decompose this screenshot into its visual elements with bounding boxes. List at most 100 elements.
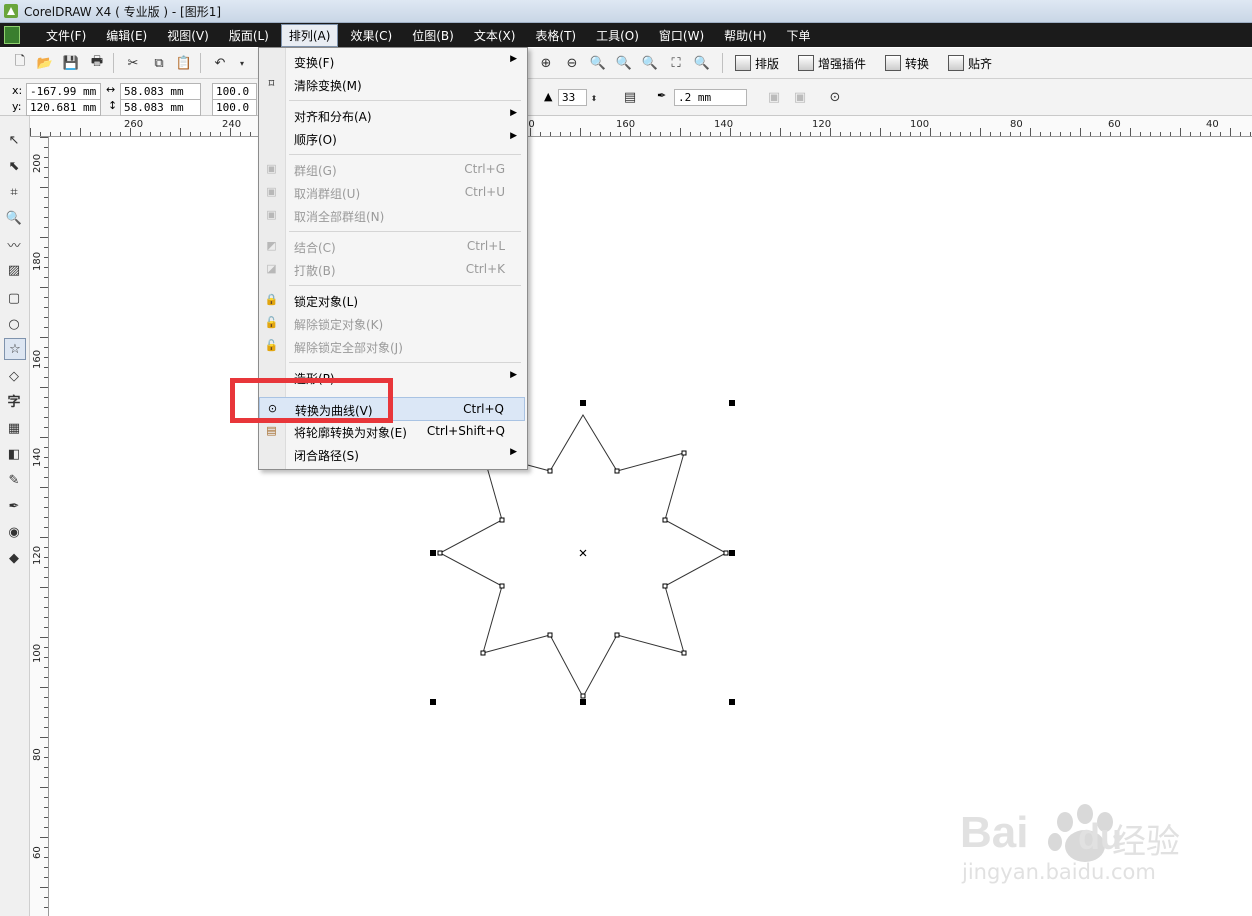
menu-tools[interactable]: 工具(O)	[588, 24, 647, 47]
menu-item-group[interactable]: ▣ 群组(G) Ctrl+G	[259, 158, 525, 180]
zoom-all-icon[interactable]: 🔍	[614, 53, 634, 73]
outline-to-object-icon: ▤	[266, 424, 277, 437]
crop-tool-icon[interactable]: ⌗	[4, 182, 24, 202]
ruler-h-label: 140	[714, 119, 734, 130]
eyedropper-tool-icon[interactable]: ✎	[4, 470, 24, 490]
watermark-cn: 经验	[1112, 822, 1180, 862]
menu-text[interactable]: 文本(X)	[466, 24, 524, 47]
menu-arrange[interactable]: 排列(A)	[280, 23, 339, 47]
undo-dropdown-icon[interactable]: ▾	[232, 53, 252, 73]
zoom-selected-icon[interactable]: 🔍	[588, 53, 608, 73]
menu-item-ungroup[interactable]: ▣ 取消群组(U) Ctrl+U	[259, 181, 525, 203]
x-position-field[interactable]: -167.99 mm	[26, 83, 101, 100]
table-tool-icon[interactable]: ▦	[4, 418, 24, 438]
convert-to-curves-toolbar-icon[interactable]: ⊙	[825, 87, 845, 107]
outline-width-select[interactable]: .2 mm	[674, 89, 747, 106]
star-tool-icon[interactable]: ☆	[4, 338, 26, 360]
open-icon[interactable]: 📂	[35, 53, 55, 73]
width-field[interactable]: 58.083 mm	[120, 83, 201, 100]
zoom-tool-icon[interactable]: 🔍	[4, 208, 24, 228]
menu-item-unlock-all[interactable]: 🔓 解除锁定全部对象(J)	[259, 335, 525, 357]
zoom-out-icon[interactable]: ⊖	[562, 53, 582, 73]
cut-icon[interactable]: ✂	[123, 53, 143, 73]
blend-tool-icon[interactable]: ◧	[4, 444, 24, 464]
convert-button[interactable]: 转换	[885, 52, 929, 74]
menu-window[interactable]: 窗口(W)	[651, 24, 712, 47]
menu-table[interactable]: 表格(T)	[527, 24, 584, 47]
outline-tool-icon[interactable]: ✒	[4, 496, 24, 516]
ruler-v-label: 120	[32, 545, 43, 565]
copy-icon[interactable]: ⧉	[149, 53, 169, 73]
smart-fill-tool-icon[interactable]: ▨	[4, 260, 24, 280]
wrap-paragraph-icon[interactable]: ▤	[620, 87, 640, 107]
menu-item-unlock-object[interactable]: 🔓 解除锁定对象(K)	[259, 312, 525, 334]
menu-layout[interactable]: 版面(L)	[221, 24, 277, 47]
ruler-v-label: 60	[32, 846, 43, 859]
fill-tool-icon[interactable]: ◉	[4, 522, 24, 542]
menu-view[interactable]: 视图(V)	[159, 24, 217, 47]
menu-item-lock-object[interactable]: 🔒 锁定对象(L)	[259, 289, 525, 311]
menu-item-break-apart[interactable]: ◪ 打散(B) Ctrl+K	[259, 258, 525, 280]
menu-order[interactable]: 下单	[779, 24, 819, 47]
interactive-fill-tool-icon[interactable]: ◆	[4, 548, 24, 568]
shape-tool-icon[interactable]: ⬉	[4, 156, 24, 176]
paste-icon[interactable]: 📋	[174, 53, 194, 73]
document-icon[interactable]	[4, 26, 20, 44]
menu-edit[interactable]: 编辑(E)	[98, 24, 155, 47]
ruler-h-label: 80	[1010, 119, 1023, 130]
ruler-v-label: 180	[32, 251, 43, 271]
undo-icon[interactable]: ↶	[210, 53, 230, 73]
menu-help[interactable]: 帮助(H)	[716, 24, 774, 47]
text-tool-icon[interactable]: 字	[4, 390, 24, 410]
zoom-width-icon[interactable]: ⛶	[666, 53, 686, 73]
menu-bitmaps[interactable]: 位图(B)	[404, 24, 462, 47]
enhance-plugin-button[interactable]: 增强插件	[798, 52, 866, 74]
horizontal-ruler[interactable]: 260 240 80 160 140 120 100 80 60 40	[30, 116, 1252, 137]
freehand-tool-icon[interactable]: 〰	[4, 234, 24, 254]
to-front-icon[interactable]: ▣	[764, 87, 784, 107]
y-label: y:	[12, 100, 22, 113]
ruler-h-label: 240	[222, 119, 242, 130]
height-field[interactable]: 58.083 mm	[120, 99, 201, 116]
standard-toolbar: 🗋 📂 💾 🖶 ✂ ⧉ 📋 ↶ ▾ ⊕ ⊖ 🔍 🔍 🔍 ⛶ 🔍 排版 增强插件 …	[0, 48, 1252, 79]
menu-item-clear-transform[interactable]: ⌑ 清除变换(M)	[259, 73, 525, 95]
star-sharpness-field[interactable]: 33	[558, 89, 587, 106]
pick-tool-icon[interactable]: ↖	[4, 130, 24, 150]
save-icon[interactable]: 💾	[61, 53, 81, 73]
tutorial-highlight-box	[230, 378, 393, 423]
new-document-icon[interactable]: 🗋	[10, 53, 30, 73]
submenu-arrow-icon: ▶	[510, 108, 517, 118]
scale-y-field[interactable]: 100.0	[212, 99, 257, 116]
menu-item-transform[interactable]: 变换(F) ▶	[259, 50, 525, 72]
height-icon: ↕	[108, 99, 118, 112]
snap-button[interactable]: 贴齐	[948, 52, 992, 74]
print-icon[interactable]: 🖶	[87, 53, 107, 73]
sharpness-spinner-icon[interactable]: ⬍	[584, 88, 604, 108]
zoom-page-icon[interactable]: 🔍	[640, 53, 660, 73]
ellipse-tool-icon[interactable]: ○	[4, 314, 24, 334]
menu-effects[interactable]: 效果(C)	[342, 24, 400, 47]
unlock-icon: 🔓	[264, 316, 279, 329]
menu-item-close-path[interactable]: 闭合路径(S) ▶	[259, 443, 525, 465]
basic-shapes-tool-icon[interactable]: ◇	[4, 366, 24, 386]
node-handles	[437, 450, 729, 699]
ruler-v-label: 200	[32, 153, 43, 173]
menu-item-ungroup-all[interactable]: ▣ 取消全部群组(N)	[259, 204, 525, 226]
menu-item-combine[interactable]: ◩ 结合(C) Ctrl+L	[259, 235, 525, 257]
menu-item-order[interactable]: 顺序(O) ▶	[259, 127, 525, 149]
y-position-field[interactable]: 120.681 mm	[26, 99, 101, 116]
group-icon: ▣	[266, 162, 277, 175]
zoom-in-icon[interactable]: ⊕	[536, 53, 556, 73]
menu-file[interactable]: 文件(F)	[38, 24, 94, 47]
to-back-icon[interactable]: ▣	[790, 87, 810, 107]
rectangle-tool-icon[interactable]: ▢	[4, 288, 24, 308]
layout-button[interactable]: 排版	[735, 52, 779, 74]
submenu-arrow-icon: ▶	[510, 131, 517, 141]
zoom-height-icon[interactable]: 🔍	[692, 53, 712, 73]
scale-x-field[interactable]: 100.0	[212, 83, 257, 100]
lock-icon: 🔒	[264, 293, 279, 306]
vertical-ruler[interactable]: 200 180 160 140 120 100 80 60	[30, 137, 49, 916]
menu-item-outline-to-object[interactable]: ▤ 将轮廓转换为对象(E) Ctrl+Shift+Q	[259, 420, 525, 442]
menu-item-align-distribute[interactable]: 对齐和分布(A) ▶	[259, 104, 525, 126]
combine-icon: ◩	[266, 239, 277, 252]
